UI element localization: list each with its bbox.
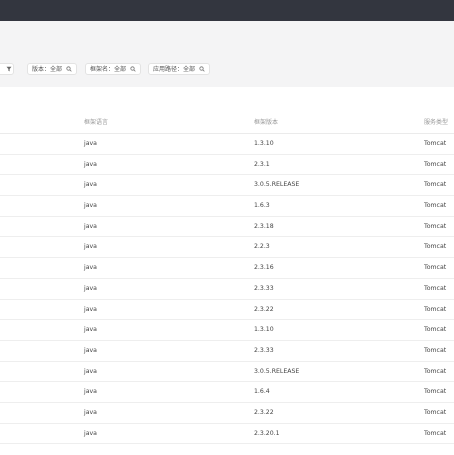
cell-language: java [84, 284, 97, 292]
cell-version: 1.6.4 [254, 388, 270, 396]
table-row[interactable]: java 3.0.5.RELEASE Tomcat [0, 175, 454, 197]
cell-language: java [84, 243, 97, 251]
table-row[interactable]: java 2.2.3 Tomcat [0, 237, 454, 259]
table-row[interactable]: java 2.3.20.1 Tomcat [0, 424, 454, 445]
column-header-version: 框架版本 [254, 119, 279, 126]
cell-language: java [84, 326, 97, 334]
filter-chip-framework[interactable]: 框架名：全部 [85, 63, 141, 75]
column-header-language: 框架语言 [84, 119, 109, 126]
table-row[interactable]: java 2.3.16 Tomcat [0, 258, 454, 279]
cell-language: java [84, 429, 97, 437]
cell-language: java [84, 222, 97, 230]
cell-service-type: Tomcat [424, 202, 447, 210]
cell-service-type: Tomcat [424, 305, 447, 313]
filter-funnel-icon [6, 66, 12, 72]
cell-service-type: Tomcat [424, 243, 447, 251]
filter-chip-label: 版本：全部 [32, 66, 63, 73]
table-row[interactable]: java 2.3.22 Tomcat [0, 300, 454, 321]
search-icon [66, 66, 72, 72]
cell-service-type: Tomcat [424, 346, 447, 354]
cell-language: java [84, 181, 97, 189]
filter-chip-label: 框架名：全部 [90, 66, 127, 73]
cell-service-type: Tomcat [424, 429, 447, 437]
table-row[interactable]: java 1.3.10 Tomcat [0, 134, 454, 155]
cell-version: 2.3.33 [254, 284, 274, 292]
cell-language: java [84, 140, 97, 147]
column-header-service-type: 服务类型 [424, 119, 449, 126]
table-row[interactable]: java 2.3.22 Tomcat [0, 403, 454, 424]
cell-version: 2.3.16 [254, 264, 274, 272]
filter-chip-app-path[interactable]: 应用路径：全部 [148, 63, 210, 75]
cell-language: java [84, 367, 97, 375]
table-row[interactable]: java 1.6.4 Tomcat [0, 382, 454, 403]
cell-service-type: Tomcat [424, 367, 447, 375]
table-row[interactable]: java 1.6.3 Tomcat [0, 196, 454, 217]
cell-version: 3.0.5.RELEASE [254, 181, 300, 189]
cell-version: 1.3.10 [254, 326, 274, 334]
search-icon [130, 66, 136, 72]
table-row[interactable]: java 1.3.10 Tomcat [0, 320, 454, 341]
cell-language: java [84, 346, 97, 354]
cell-service-type: Tomcat [424, 140, 447, 147]
table-row[interactable]: java 2.3.1 Tomcat [0, 155, 454, 176]
cell-version: 1.6.3 [254, 202, 270, 210]
cell-service-type: Tomcat [424, 408, 447, 416]
cell-version: 2.3.33 [254, 346, 274, 354]
cell-version: 1.3.10 [254, 140, 274, 147]
cell-version: 2.3.22 [254, 305, 274, 313]
table-row[interactable]: java 3.0.5.RELEASE Tomcat [0, 362, 454, 383]
cell-version: 2.3.1 [254, 160, 270, 168]
table-body: java 1.3.10 Tomcat java 2.3.1 Tomcat java 3.0… [0, 134, 454, 445]
cell-version: 2.3.18 [254, 222, 274, 230]
cell-language: java [84, 264, 97, 272]
filter-chip-label: 应用路径：全部 [153, 66, 196, 73]
cell-service-type: Tomcat [424, 326, 447, 334]
table-row[interactable]: java 2.3.18 Tomcat [0, 217, 454, 238]
cell-version: 3.0.5.RELEASE [254, 367, 300, 375]
cell-service-type: Tomcat [424, 222, 447, 230]
cell-service-type: Tomcat [424, 264, 447, 272]
cell-version: 2.3.22 [254, 408, 274, 416]
cell-language: java [84, 408, 97, 416]
filter-chip-version[interactable]: 版本：全部 [27, 63, 77, 75]
cell-version: 2.3.20.1 [254, 429, 280, 437]
cell-language: java [84, 202, 97, 210]
cell-version: 2.2.3 [254, 243, 270, 251]
cell-language: java [84, 388, 97, 396]
search-icon [199, 66, 205, 72]
filter-bar [0, 21, 454, 87]
table-row[interactable]: java 2.3.33 Tomcat [0, 279, 454, 300]
cell-language: java [84, 305, 97, 313]
filter-chip-cut[interactable] [0, 63, 14, 75]
cell-service-type: Tomcat [424, 181, 447, 189]
cell-service-type: Tomcat [424, 388, 447, 396]
top-bar [0, 0, 454, 21]
cell-language: java [84, 160, 97, 168]
table-row[interactable]: java 2.3.33 Tomcat [0, 341, 454, 362]
cell-service-type: Tomcat [424, 160, 447, 168]
cell-service-type: Tomcat [424, 284, 447, 292]
table-header: 框架语言 框架版本 服务类型 [0, 112, 454, 134]
